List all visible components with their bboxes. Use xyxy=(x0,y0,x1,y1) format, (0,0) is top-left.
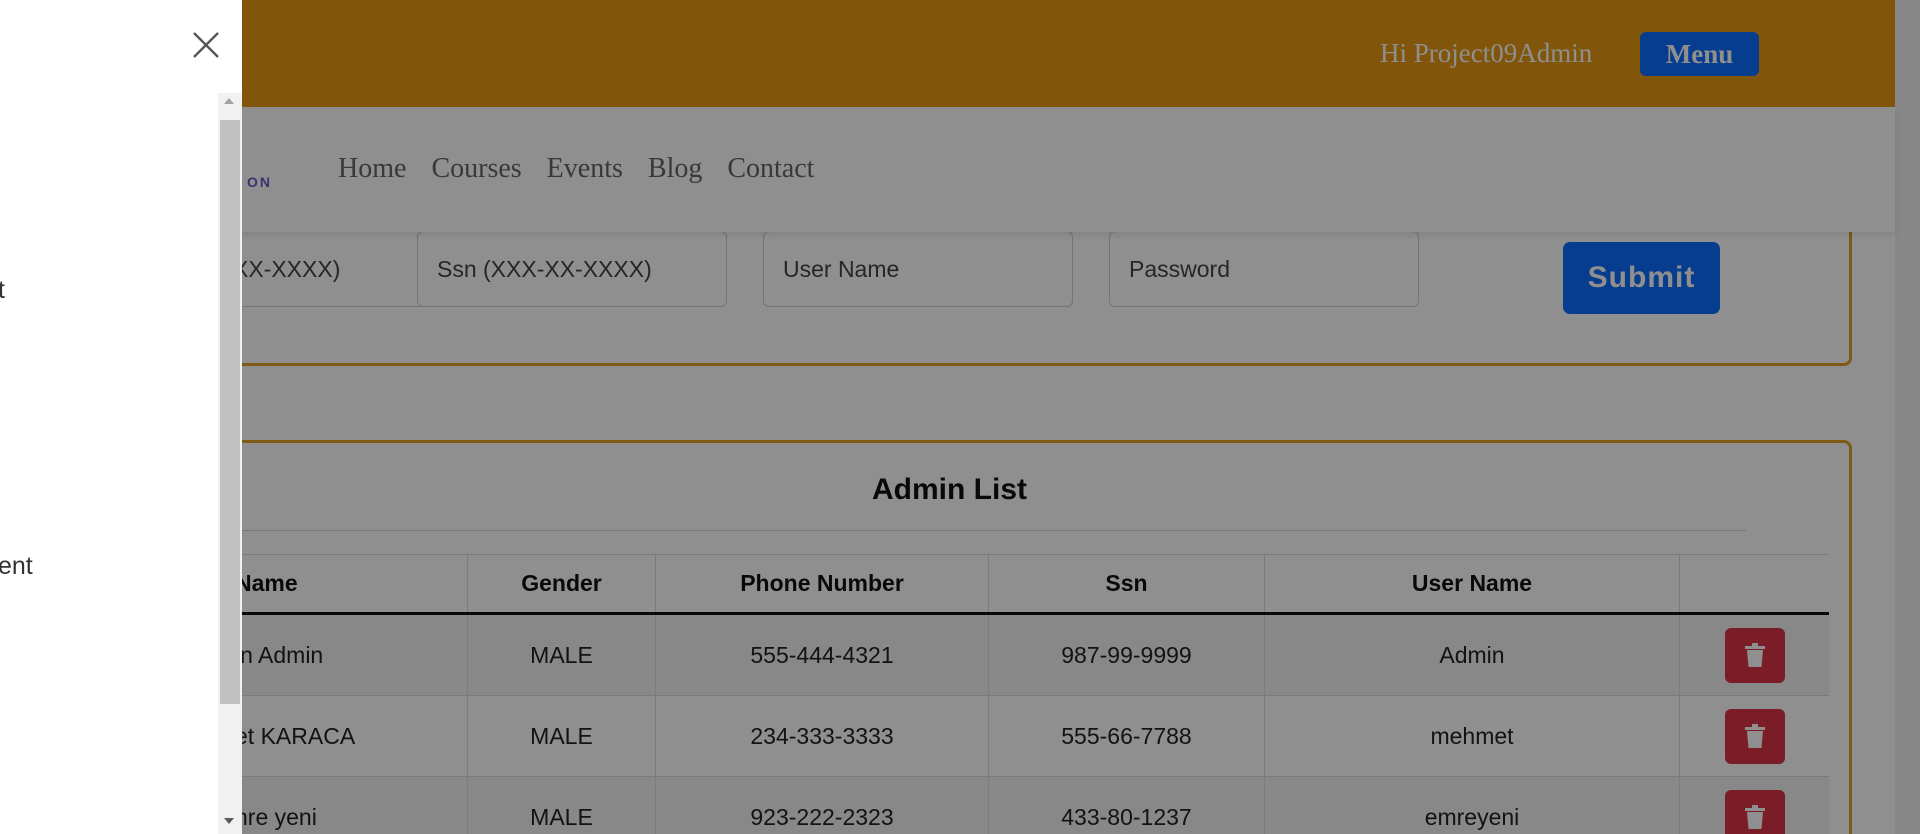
scroll-up-arrow-icon[interactable] xyxy=(224,98,234,104)
offcanvas-backdrop[interactable] xyxy=(0,0,1920,834)
offcanvas-menu: t ent xyxy=(0,0,242,834)
scrollbar-thumb[interactable] xyxy=(220,120,240,704)
close-icon xyxy=(193,32,219,58)
close-button[interactable] xyxy=(189,28,223,62)
scroll-down-arrow-icon[interactable] xyxy=(224,818,234,824)
drawer-scrollbar[interactable] xyxy=(218,93,242,834)
drawer-menu-item[interactable]: t xyxy=(0,276,5,305)
drawer-menu-item[interactable]: ent xyxy=(0,552,33,581)
